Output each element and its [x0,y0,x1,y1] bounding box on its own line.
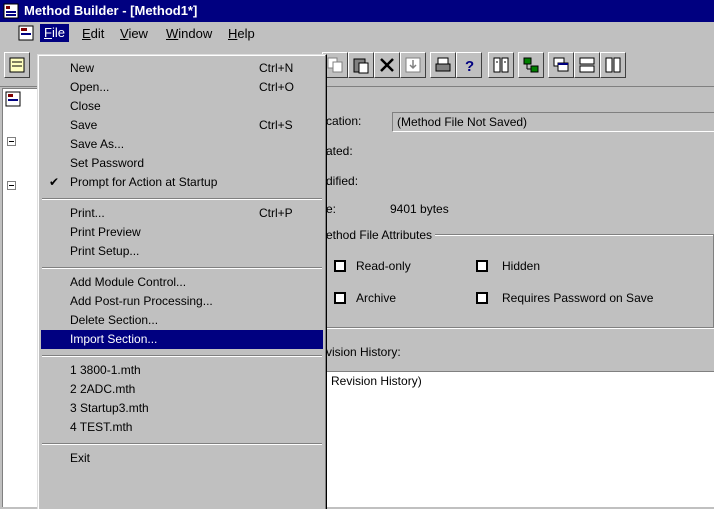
checkmark-icon: ✔ [49,175,60,189]
menu-separator [42,198,322,200]
method-root-icon[interactable] [5,91,23,109]
module-button[interactable] [518,52,544,78]
expand-collapse-icon[interactable] [7,181,17,191]
print-button[interactable] [430,52,456,78]
menu-file[interactable]: File [40,24,69,42]
menu-edit[interactable]: Edit [82,26,104,41]
cascade-button[interactable] [548,52,574,78]
size-value: 9401 bytes [390,202,449,216]
method-icon [9,57,25,73]
method-tree-button[interactable] [4,52,30,78]
requires-password-label: Requires Password on Save [502,291,654,305]
menu-item-recent-2[interactable]: 2 2ADC.mth [41,380,323,399]
location-field: (Method File Not Saved) [392,112,714,132]
menu-item-print[interactable]: Print... Ctrl+P [41,204,323,223]
menu-item-save-as[interactable]: Save As... [41,135,323,154]
tile-horizontal-button[interactable] [574,52,600,78]
paste-button[interactable] [348,52,374,78]
revision-history-label: vision History: [326,345,401,359]
attributes-title: ethod File Attributes [326,228,436,242]
menu-bar: File Edit View Window Help [0,22,714,44]
menu-item-recent-4[interactable]: 4 TEST.mth [41,418,323,437]
menu-item-add-module-control[interactable]: Add Module Control... [41,273,323,292]
menu-item-delete-section[interactable]: Delete Section... [41,311,323,330]
svg-text:?: ? [465,58,474,74]
tile-vertical-button[interactable] [600,52,626,78]
menu-item-import-section[interactable]: Import Section... [41,330,323,349]
menu-separator [42,267,322,269]
file-menu-dropdown: New Ctrl+N Open... Ctrl+O Close Save Ctrl+S… [37,54,327,509]
properties-icon [493,57,509,73]
help-button[interactable]: ? [456,52,482,78]
printer-icon [435,57,451,72]
delete-button[interactable] [374,52,400,78]
revision-history-box[interactable]: Revision History) [324,371,714,507]
paste-icon [353,58,369,74]
menu-item-add-postrun[interactable]: Add Post-run Processing... [41,292,323,311]
document-icon[interactable] [18,25,36,41]
menu-item-open[interactable]: Open... Ctrl+O [41,78,323,97]
read-only-label: Read-only [356,259,411,273]
attributes-groupbox [324,234,714,328]
archive-label: Archive [356,291,397,305]
archive-checkbox[interactable] [334,292,346,304]
expand-collapse-icon[interactable] [7,137,17,147]
read-only-checkbox[interactable] [334,260,346,272]
module-icon [523,57,539,73]
menu-item-exit[interactable]: Exit [41,449,323,468]
menu-window[interactable]: Window [166,26,212,41]
revision-history-text: Revision History) [331,374,422,388]
menu-item-print-preview[interactable]: Print Preview [41,223,323,242]
menu-item-set-password[interactable]: Set Password [41,154,323,173]
tile-horizontal-icon [579,57,595,73]
menu-item-recent-1[interactable]: 1 3800-1.mth [41,361,323,380]
title-bar: Method Builder - [Method1*] [0,0,714,22]
location-label: cation: [326,114,362,128]
menu-item-close[interactable]: Close [41,97,323,116]
requires-password-checkbox[interactable] [476,292,488,304]
created-label: ated: [326,144,353,158]
menu-item-save[interactable]: Save Ctrl+S [41,116,323,135]
menu-separator [42,443,322,445]
size-label: e: [326,202,337,216]
modified-label: dified: [326,174,359,188]
menu-item-recent-3[interactable]: 3 Startup3.mth [41,399,323,418]
menu-item-prompt-startup[interactable]: ✔ Prompt for Action at Startup [41,173,323,192]
hidden-label: Hidden [502,259,541,273]
hidden-checkbox[interactable] [476,260,488,272]
menu-help[interactable]: Help [228,26,255,41]
copy-icon [327,57,343,73]
import-icon [405,57,421,73]
menu-separator [42,355,322,357]
tile-vertical-icon [605,57,621,73]
cascade-icon [553,57,569,72]
menu-item-print-setup[interactable]: Print Setup... [41,242,323,261]
properties-button[interactable] [488,52,514,78]
import-button[interactable] [400,52,426,78]
help-question-icon: ? [465,58,474,74]
menu-view[interactable]: View [120,26,148,41]
menu-item-new[interactable]: New Ctrl+N [41,59,323,78]
method-details-pane: cation: (Method File Not Saved) ated: di… [324,88,714,507]
app-icon [3,3,19,19]
delete-icon [380,58,394,72]
window-title: Method Builder - [Method1*] [24,3,198,18]
